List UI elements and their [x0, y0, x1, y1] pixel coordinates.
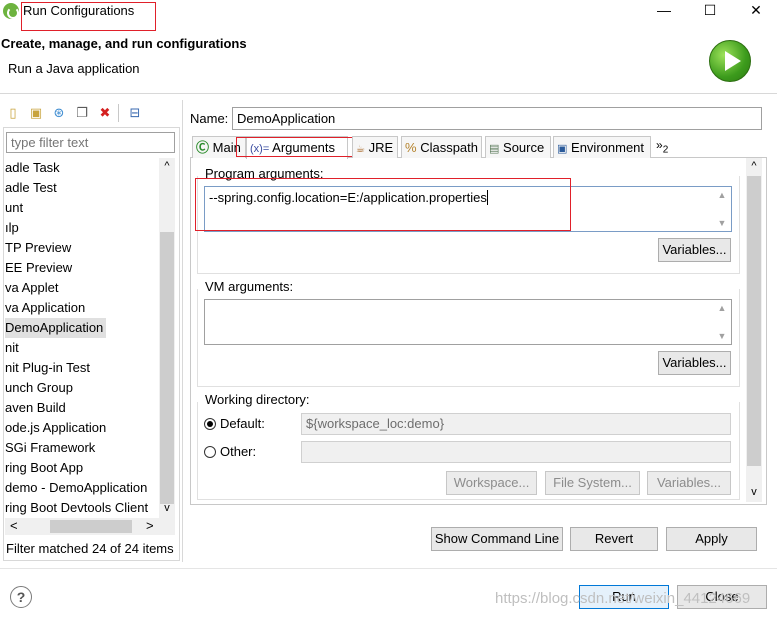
- tab-source-label: Source: [503, 140, 545, 155]
- tree-item[interactable]: adle Task: [5, 158, 175, 178]
- tree-item[interactable]: EE Preview: [5, 258, 175, 278]
- default-directory-field: ${workspace_loc:demo}: [301, 413, 731, 435]
- tree-item-selected[interactable]: DemoApplication: [5, 318, 107, 338]
- tree-item[interactable]: unt: [5, 198, 175, 218]
- name-label: Name:: [190, 111, 229, 126]
- tree-item[interactable]: nit: [5, 338, 175, 358]
- tree-item[interactable]: TP Preview: [5, 238, 175, 258]
- vm-variables-button[interactable]: Variables...: [658, 351, 731, 375]
- tree-item[interactable]: adle Test: [5, 178, 175, 198]
- new-config-icon[interactable]: ▯: [5, 105, 21, 121]
- scroll-left-arrow[interactable]: <: [10, 518, 18, 533]
- header-separator: [0, 93, 777, 94]
- dialog-subheading: Run a Java application: [8, 61, 140, 76]
- panel-vertical-thumb[interactable]: [747, 176, 761, 466]
- filter-status: Filter matched 24 of 24 items: [6, 541, 174, 556]
- arguments-tab-highlight: [236, 137, 362, 157]
- scroll-down-arrow[interactable]: v: [160, 502, 174, 514]
- close-window-button[interactable]: ✕: [733, 0, 777, 22]
- tab-jre[interactable]: ☕ JRE: [352, 136, 398, 158]
- tab-jre-label: JRE: [368, 140, 394, 155]
- panel-scroll-up[interactable]: ^: [747, 160, 761, 172]
- tree-item[interactable]: unch Group: [5, 378, 175, 398]
- working-dir-variables-button[interactable]: Variables...: [647, 471, 731, 495]
- other-directory-field: [301, 441, 731, 463]
- chevron-right-icon: »: [656, 138, 663, 152]
- delete-icon[interactable]: ✖: [97, 105, 113, 121]
- apply-button[interactable]: Apply: [666, 527, 757, 551]
- footer-separator: [0, 568, 777, 569]
- watermark: https://blog.csdn.net/weixin_44124669: [495, 590, 751, 607]
- tree-item[interactable]: va Application: [5, 298, 175, 318]
- export-config-icon[interactable]: ⊛: [51, 105, 67, 121]
- panel-splitter[interactable]: [182, 100, 183, 562]
- minimize-button[interactable]: —: [641, 0, 687, 22]
- vm-arguments-textarea[interactable]: [204, 299, 732, 345]
- program-args-scroll-down[interactable]: ▼: [716, 218, 728, 228]
- scroll-up-arrow[interactable]: ^: [160, 160, 174, 172]
- other-radio-label: Other:: [220, 444, 257, 459]
- panel-scroll-down[interactable]: v: [747, 486, 761, 498]
- vm-args-scroll-down[interactable]: ▼: [716, 331, 728, 341]
- tree-horizontal-thumb[interactable]: [50, 520, 132, 533]
- program-args-highlight: [195, 178, 571, 231]
- tab-source[interactable]: ▤ Source: [485, 136, 551, 158]
- tab-environment-label: Environment: [571, 140, 645, 155]
- tree-item[interactable]: nit Plug-in Test: [5, 358, 175, 378]
- tree-item[interactable]: ring Boot App: [5, 458, 175, 478]
- dialog-heading: Create, manage, and run configurations: [1, 36, 247, 51]
- scroll-right-arrow[interactable]: >: [146, 518, 154, 533]
- title-highlight-box: [21, 2, 156, 31]
- toolbar-divider: [118, 104, 119, 122]
- duplicate-icon[interactable]: ❐: [74, 105, 90, 121]
- tree-item[interactable]: ode.js Application: [5, 418, 175, 438]
- spring-app-icon: [3, 3, 19, 19]
- source-tab-icon: ▤: [489, 143, 500, 155]
- tree-item[interactable]: ılp: [5, 218, 175, 238]
- environment-tab-icon: ▣: [557, 143, 568, 155]
- program-args-scroll-up[interactable]: ▲: [716, 190, 728, 200]
- tree-item[interactable]: SGi Framework: [5, 438, 175, 458]
- file-system-button[interactable]: File System...: [545, 471, 640, 495]
- classpath-tab-icon: %: [405, 140, 417, 155]
- tree-vertical-thumb[interactable]: [160, 232, 174, 504]
- main-tab-icon: Ⓒ: [196, 140, 210, 155]
- more-tabs-count: 2: [662, 144, 669, 156]
- default-radio-label: Default:: [220, 416, 265, 431]
- tree-item[interactable]: va Applet: [5, 278, 175, 298]
- collapse-all-icon[interactable]: ⊟: [127, 105, 143, 121]
- vm-args-scroll-up[interactable]: ▲: [716, 303, 728, 313]
- help-icon[interactable]: ?: [10, 586, 32, 608]
- config-tree: adle Task adle Test unt ılp TP Preview E…: [5, 158, 175, 518]
- more-tabs-button[interactable]: »2: [656, 138, 668, 155]
- tree-item[interactable]: demo - DemoApplication: [5, 478, 175, 498]
- jre-tab-icon: ☕: [356, 144, 365, 155]
- run-banner-icon: [709, 40, 751, 82]
- tree-item[interactable]: aven Build: [5, 398, 175, 418]
- show-command-line-button[interactable]: Show Command Line: [431, 527, 563, 551]
- other-radio[interactable]: [204, 446, 216, 458]
- default-radio[interactable]: [204, 418, 216, 430]
- tree-item[interactable]: ring Boot Devtools Client: [5, 498, 175, 518]
- maximize-button[interactable]: ☐: [687, 0, 733, 22]
- filter-input[interactable]: [6, 132, 175, 153]
- name-field[interactable]: DemoApplication: [232, 107, 762, 130]
- tab-classpath-label: Classpath: [420, 140, 478, 155]
- workspace-button[interactable]: Workspace...: [446, 471, 537, 495]
- program-variables-button[interactable]: Variables...: [658, 238, 731, 262]
- tab-environment[interactable]: ▣ Environment: [553, 136, 651, 158]
- tab-classpath[interactable]: % Classpath: [401, 136, 482, 158]
- revert-button[interactable]: Revert: [570, 527, 658, 551]
- new-prototype-icon[interactable]: ▣: [28, 105, 44, 121]
